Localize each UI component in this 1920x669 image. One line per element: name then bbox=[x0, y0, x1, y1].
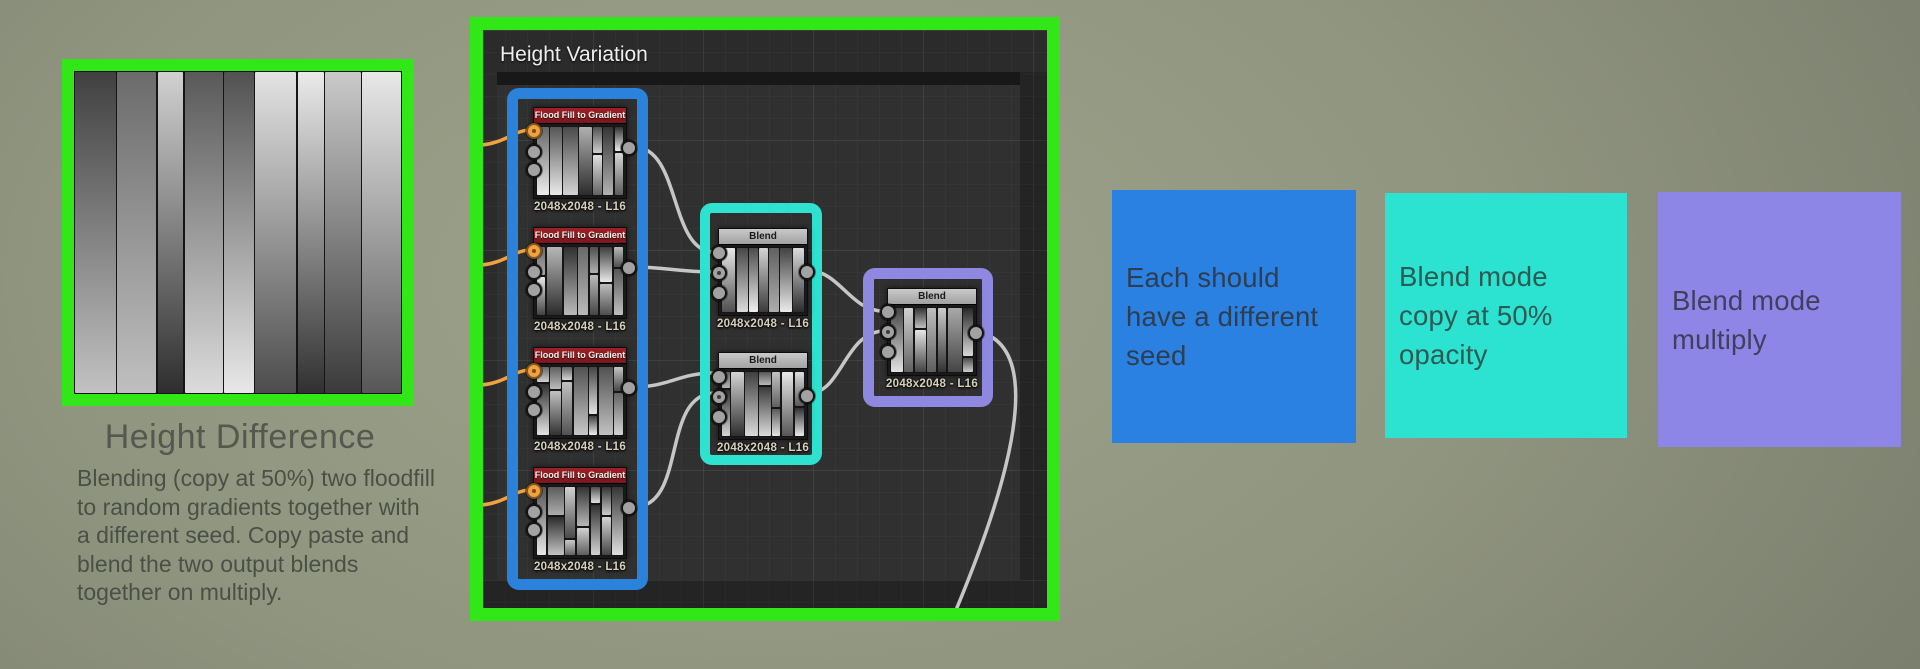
description-line: a different seed. Copy paste and bbox=[77, 522, 410, 548]
output-port[interactable] bbox=[621, 260, 637, 276]
input-port[interactable] bbox=[526, 144, 542, 160]
annotation-line: have a different bbox=[1126, 301, 1319, 332]
input-port[interactable] bbox=[526, 363, 542, 379]
node-title: Blend bbox=[719, 229, 807, 245]
description-line: to random gradients together with bbox=[77, 493, 420, 520]
input-port[interactable] bbox=[526, 402, 542, 418]
node-thumbnail[interactable] bbox=[721, 371, 805, 437]
input-port[interactable] bbox=[711, 389, 727, 405]
output-port[interactable] bbox=[621, 380, 637, 396]
output-port[interactable] bbox=[621, 140, 637, 156]
annotation-line: Each should bbox=[1126, 262, 1280, 293]
annotation-line: seed bbox=[1126, 340, 1187, 371]
height-variation-graph-panel: Height Variation Flood Fill to Gradient … bbox=[470, 17, 1060, 621]
node-thumbnail[interactable] bbox=[536, 486, 624, 556]
node-title: Blend bbox=[719, 353, 807, 369]
node-thumbnail[interactable] bbox=[890, 307, 974, 373]
graph-title: Height Variation bbox=[500, 43, 648, 66]
annotation-line: copy at 50% bbox=[1399, 300, 1553, 331]
description-line: Blending (copy at 50%) two floodfill bbox=[77, 465, 435, 491]
blend-node-1[interactable]: Blend 2048x2048 - L16 bbox=[711, 228, 815, 330]
input-port[interactable] bbox=[526, 384, 542, 400]
node-title: Flood Fill to Gradient bbox=[534, 228, 626, 244]
floodfill-node-4[interactable]: Flood Fill to Gradient 2048x2048 - L16 bbox=[526, 467, 637, 573]
input-port[interactable] bbox=[526, 243, 542, 259]
page: Height Difference Blending (copy at 50%)… bbox=[0, 0, 1920, 669]
node-size-label: 2048x2048 - L16 bbox=[533, 561, 627, 573]
annotation-line: opacity bbox=[1399, 339, 1488, 370]
node-size-label: 2048x2048 - L16 bbox=[716, 318, 810, 330]
node-size-label: 2048x2048 - L16 bbox=[533, 441, 627, 453]
input-port[interactable] bbox=[711, 409, 727, 425]
floodfill-node-3[interactable]: Flood Fill to Gradient 2048x2048 - L16 bbox=[526, 347, 637, 453]
annotation-seed-note: Each should have a different seed bbox=[1112, 190, 1356, 443]
output-port[interactable] bbox=[799, 388, 815, 404]
output-port[interactable] bbox=[621, 500, 637, 516]
height-difference-preview-frame bbox=[62, 59, 414, 406]
left-section-description: Blending (copy at 50%) two floodfill to … bbox=[77, 464, 437, 607]
node-title: Blend bbox=[888, 289, 976, 305]
input-port[interactable] bbox=[880, 324, 896, 340]
node-thumbnail[interactable] bbox=[536, 366, 624, 436]
node-size-label: 2048x2048 - L16 bbox=[533, 321, 627, 333]
annotation-line: multiply bbox=[1672, 323, 1767, 355]
output-port[interactable] bbox=[968, 325, 984, 341]
input-port[interactable] bbox=[526, 123, 542, 139]
input-port[interactable] bbox=[711, 245, 727, 261]
input-port[interactable] bbox=[526, 264, 542, 280]
node-size-label: 2048x2048 - L16 bbox=[716, 442, 810, 454]
annotation-line: Blend mode bbox=[1672, 284, 1821, 316]
node-size-label: 2048x2048 - L16 bbox=[885, 378, 979, 390]
height-difference-preview-image bbox=[74, 71, 402, 394]
node-thumbnail[interactable] bbox=[536, 246, 624, 316]
node-title: Flood Fill to Gradient bbox=[534, 348, 626, 364]
blend-node-final[interactable]: Blend 2048x2048 - L16 bbox=[880, 288, 984, 390]
description-line: together on multiply. bbox=[77, 579, 283, 605]
annotation-line: Blend mode bbox=[1399, 261, 1548, 292]
annotation-multiply-note: Blend mode multiply bbox=[1658, 192, 1901, 447]
node-title: Flood Fill to Gradient bbox=[534, 468, 626, 484]
graph-canvas[interactable]: Height Variation Flood Fill to Gradient … bbox=[483, 30, 1047, 608]
annotation-copy-blend-note: Blend mode copy at 50% opacity bbox=[1385, 193, 1627, 438]
input-port[interactable] bbox=[526, 504, 542, 520]
input-port[interactable] bbox=[711, 265, 727, 281]
node-thumbnail[interactable] bbox=[721, 247, 805, 313]
left-section-title: Height Difference bbox=[104, 418, 376, 456]
input-port[interactable] bbox=[711, 369, 727, 385]
node-size-label: 2048x2048 - L16 bbox=[533, 201, 627, 213]
input-port[interactable] bbox=[526, 162, 542, 178]
input-port[interactable] bbox=[526, 522, 542, 538]
output-port[interactable] bbox=[799, 264, 815, 280]
description-line: blend the two output blends bbox=[77, 550, 359, 577]
floodfill-node-2[interactable]: Flood Fill to Gradient 2048x2048 - L16 bbox=[526, 227, 637, 333]
floodfill-node-1[interactable]: Flood Fill to Gradient 2048x2048 - L16 bbox=[526, 107, 637, 213]
input-port[interactable] bbox=[880, 344, 896, 360]
node-title: Flood Fill to Gradient bbox=[534, 108, 626, 124]
input-port[interactable] bbox=[880, 304, 896, 320]
input-port[interactable] bbox=[711, 285, 727, 301]
input-port[interactable] bbox=[526, 483, 542, 499]
blend-node-2[interactable]: Blend 2048x2048 - L16 bbox=[711, 352, 815, 454]
input-port[interactable] bbox=[526, 282, 542, 298]
node-thumbnail[interactable] bbox=[536, 126, 624, 196]
